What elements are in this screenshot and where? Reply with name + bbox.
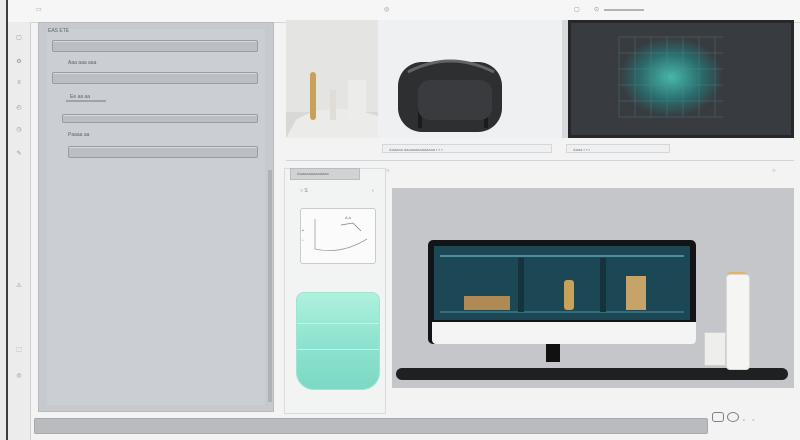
shelf-scene-illustration (434, 246, 690, 320)
viewport-target-icon[interactable]: ○ (386, 168, 390, 174)
chevron-right-icon[interactable]: ‹ (372, 188, 374, 194)
bottle-object[interactable] (726, 274, 750, 370)
rail-circle-icon[interactable]: ◎ (15, 372, 23, 379)
rail-frame-icon[interactable]: ⬚ (15, 346, 23, 353)
thumb-device-render[interactable] (378, 20, 562, 138)
preview-annotation: A a (345, 215, 351, 220)
preview-info-icon[interactable]: ▪ (302, 228, 304, 234)
setting-label-3: Paaaa aa (68, 132, 90, 138)
thumb-heatmap-grid[interactable] (568, 20, 794, 138)
step-icon[interactable]: ▫ (743, 418, 745, 424)
settings-panel-body (47, 29, 265, 405)
thumb-object-pedestal[interactable] (286, 20, 378, 138)
swatch-band-1 (297, 323, 379, 324)
monitor-neck (546, 344, 560, 362)
reference-strip (286, 20, 794, 138)
rail-gear-icon[interactable]: ⚙ (15, 58, 23, 65)
rail-edit-icon[interactable]: ✎ (15, 150, 23, 157)
left-tool-rail: ▢ ⚙ ≡ ◴ ◷ ✎ ⚠ ⬚ ◎ (8, 22, 31, 440)
topbar-divider (604, 9, 644, 11)
setting-label-1: Aaa aaa aaa (68, 60, 97, 66)
thumb-caption-2: Aaaa ▪ ▪ ▪ (566, 144, 670, 153)
rail-square-icon[interactable]: ▢ (15, 34, 23, 41)
setting-slider-2[interactable] (52, 72, 258, 84)
device-render-illustration (378, 20, 562, 138)
rail-clock-icon[interactable]: ◴ (15, 104, 23, 111)
rail-history-icon[interactable]: ◷ (15, 126, 23, 133)
window-menu-icon[interactable]: ▭ (36, 6, 42, 13)
setting-mini-track[interactable] (66, 100, 106, 102)
settings-panel-title: EAS ETE (48, 28, 70, 34)
setting-slider-3[interactable] (62, 114, 258, 123)
thumb-caption-1: Aaaaaa aaaaaaaaaaaaaa ▪ ▪ ▪ (382, 144, 552, 153)
playback-stop-icon[interactable] (712, 412, 724, 422)
record-icon[interactable]: ⊙ (594, 6, 599, 13)
playback-loop-icon[interactable] (727, 412, 740, 422)
swatch-band-2 (297, 349, 379, 350)
setting-slider-1[interactable] (52, 40, 258, 52)
layer-preview[interactable]: A a (300, 208, 376, 264)
settings-scrollbar[interactable] (268, 170, 272, 402)
layer-preview-sketch (314, 219, 368, 252)
preview-lock-icon[interactable]: ▫ (302, 238, 304, 244)
section-divider (286, 160, 794, 161)
rail-warning-icon[interactable]: ⚠ (15, 282, 23, 289)
rail-menu-icon[interactable]: ≡ (15, 80, 23, 86)
box-object[interactable] (704, 332, 726, 366)
monitor-screen (434, 246, 690, 320)
heatmap-grid-illustration (618, 36, 723, 118)
square-icon[interactable]: ▢ (574, 6, 580, 13)
layer-row-toggle[interactable]: ○ S (300, 188, 308, 194)
pedestal-illustration (286, 72, 378, 138)
bottom-controls: ▫ ▫ (712, 412, 796, 434)
color-swatch-teal[interactable] (296, 292, 380, 390)
end-icon[interactable]: ▫ (752, 418, 754, 424)
layer-panel-header-label: Aaaaaaaaaaaaaa (297, 171, 329, 176)
setting-slider-4[interactable] (68, 146, 258, 158)
monitor-chin (432, 322, 696, 344)
timeline-bar[interactable] (34, 418, 708, 434)
viewport-close-icon[interactable]: ○ (772, 168, 776, 174)
target-icon[interactable]: ◎ (384, 6, 389, 13)
layer-panel-header[interactable]: Aaaaaaaaaaaaaa (290, 168, 360, 180)
